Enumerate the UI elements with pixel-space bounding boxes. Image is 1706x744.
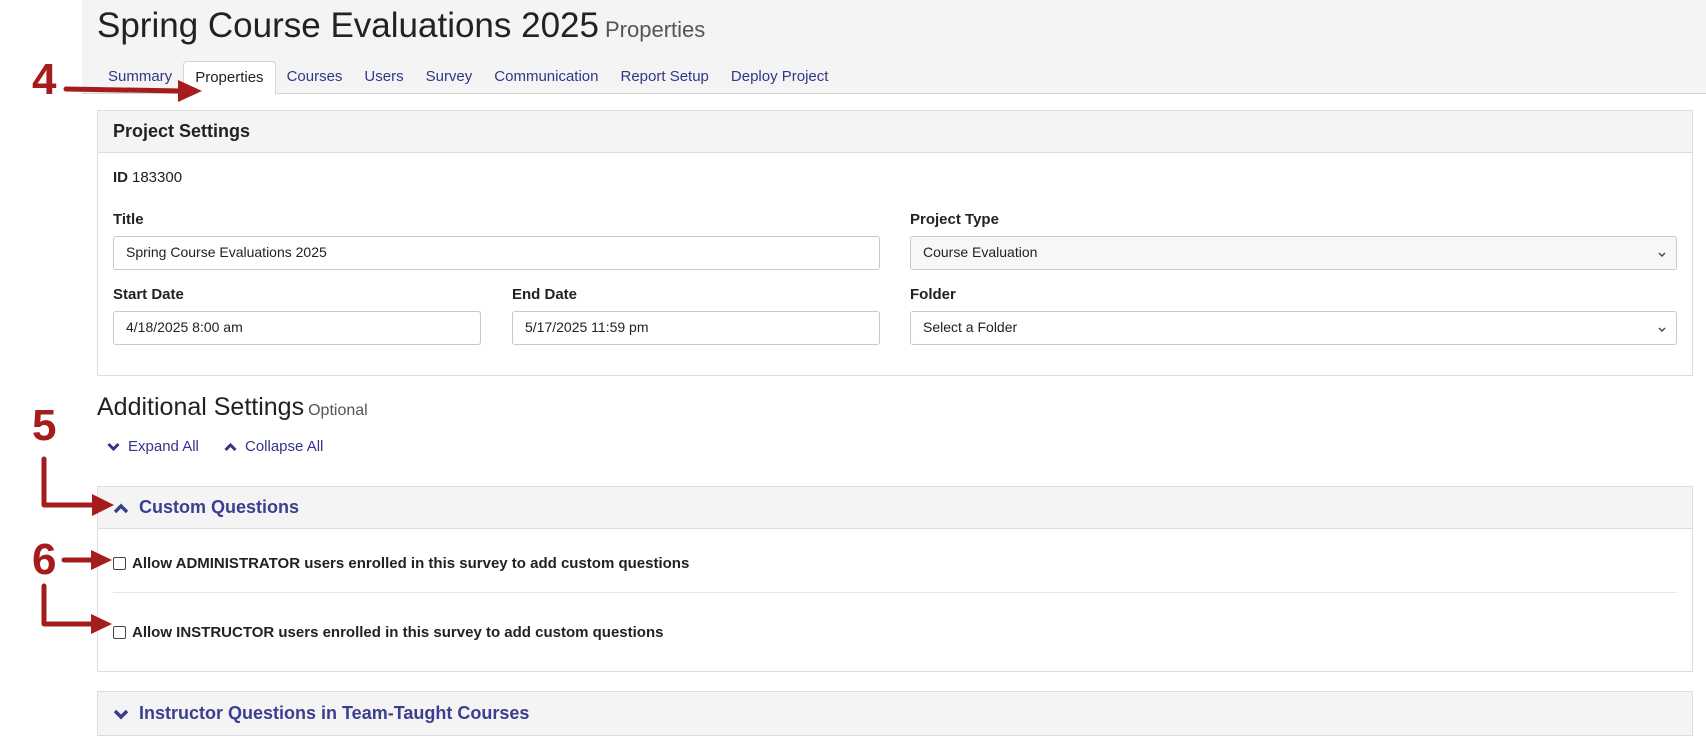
page-title: Spring Course Evaluations 2025 Properties bbox=[97, 6, 705, 46]
tab-bar: Summary Properties Courses Users Survey … bbox=[97, 61, 840, 95]
folder-value: Select a Folder bbox=[923, 319, 1018, 335]
custom-questions-header[interactable]: Custom Questions bbox=[98, 487, 1692, 529]
custom-questions-heading: Custom Questions bbox=[139, 497, 300, 517]
expand-all-link[interactable]: Expand All bbox=[107, 438, 199, 455]
project-type-label: Project Type bbox=[910, 211, 999, 228]
page-subtitle: Properties bbox=[604, 17, 706, 42]
project-id-value: 183300 bbox=[132, 169, 183, 186]
start-date-input[interactable]: 4/18/2025 8:00 am bbox=[113, 311, 481, 345]
tab-deploy-project[interactable]: Deploy Project bbox=[720, 61, 840, 94]
annotation-step-4: 4 bbox=[32, 55, 57, 104]
admin-custom-questions-label: Allow ADMINISTRATOR users enrolled in th… bbox=[132, 555, 690, 572]
tab-summary[interactable]: Summary bbox=[97, 61, 183, 94]
instructor-custom-questions-label: Allow INSTRUCTOR users enrolled in this … bbox=[132, 624, 664, 641]
instructor-custom-questions-option: Allow INSTRUCTOR users enrolled in this … bbox=[113, 624, 663, 641]
end-date-label: End Date bbox=[512, 286, 578, 303]
tab-properties[interactable]: Properties bbox=[183, 61, 276, 95]
chevron-up-icon bbox=[113, 503, 129, 513]
tab-survey[interactable]: Survey bbox=[415, 61, 484, 94]
title-input[interactable]: Spring Course Evaluations 2025 bbox=[113, 236, 880, 270]
expand-all-label: Expand All bbox=[128, 438, 199, 455]
instructor-questions-panel: Instructor Questions in Team-Taught Cour… bbox=[97, 691, 1693, 736]
divider bbox=[113, 592, 1677, 593]
chevron-down-icon bbox=[113, 709, 129, 719]
instructor-questions-heading: Instructor Questions in Team-Taught Cour… bbox=[139, 703, 530, 723]
tab-report-setup[interactable]: Report Setup bbox=[610, 61, 720, 94]
page-title-text: Spring Course Evaluations 2025 bbox=[97, 6, 599, 45]
instructor-custom-questions-checkbox[interactable] bbox=[113, 626, 126, 639]
project-id: ID 183300 bbox=[113, 169, 182, 186]
admin-custom-questions-checkbox[interactable] bbox=[113, 557, 126, 570]
additional-settings-heading: Additional Settings bbox=[97, 393, 305, 421]
admin-custom-questions-option: Allow ADMINISTRATOR users enrolled in th… bbox=[113, 555, 689, 572]
project-id-label: ID bbox=[113, 169, 128, 186]
title-label: Title bbox=[113, 211, 144, 228]
left-gutter bbox=[0, 0, 82, 744]
chevron-down-icon bbox=[107, 442, 120, 452]
project-type-select[interactable]: Course Evaluation bbox=[910, 236, 1677, 270]
annotation-step-6: 6 bbox=[32, 535, 57, 584]
additional-settings-title: Additional Settings Optional bbox=[97, 393, 368, 422]
instructor-questions-header[interactable]: Instructor Questions in Team-Taught Cour… bbox=[98, 692, 1692, 735]
folder-select[interactable]: Select a Folder bbox=[910, 311, 1677, 345]
annotation-step-5: 5 bbox=[32, 401, 57, 450]
start-date-label: Start Date bbox=[113, 286, 184, 303]
end-date-input[interactable]: 5/17/2025 11:59 pm bbox=[512, 311, 880, 345]
project-type-value: Course Evaluation bbox=[923, 244, 1038, 260]
collapse-all-link[interactable]: Collapse All bbox=[224, 438, 323, 455]
chevron-up-icon bbox=[224, 442, 237, 452]
collapse-all-label: Collapse All bbox=[245, 438, 324, 455]
project-settings-panel: Project Settings ID 183300 Title Spring C… bbox=[97, 110, 1693, 376]
tab-courses[interactable]: Courses bbox=[276, 61, 354, 94]
custom-questions-panel: Custom Questions Allow ADMINISTRATOR use… bbox=[97, 486, 1693, 672]
chevron-down-icon bbox=[1658, 252, 1666, 257]
folder-label: Folder bbox=[910, 286, 956, 303]
additional-settings-optional: Optional bbox=[308, 402, 368, 419]
project-settings-heading: Project Settings bbox=[98, 111, 1692, 153]
chevron-down-icon bbox=[1658, 327, 1666, 332]
tab-users[interactable]: Users bbox=[353, 61, 414, 94]
tab-communication[interactable]: Communication bbox=[483, 61, 609, 94]
